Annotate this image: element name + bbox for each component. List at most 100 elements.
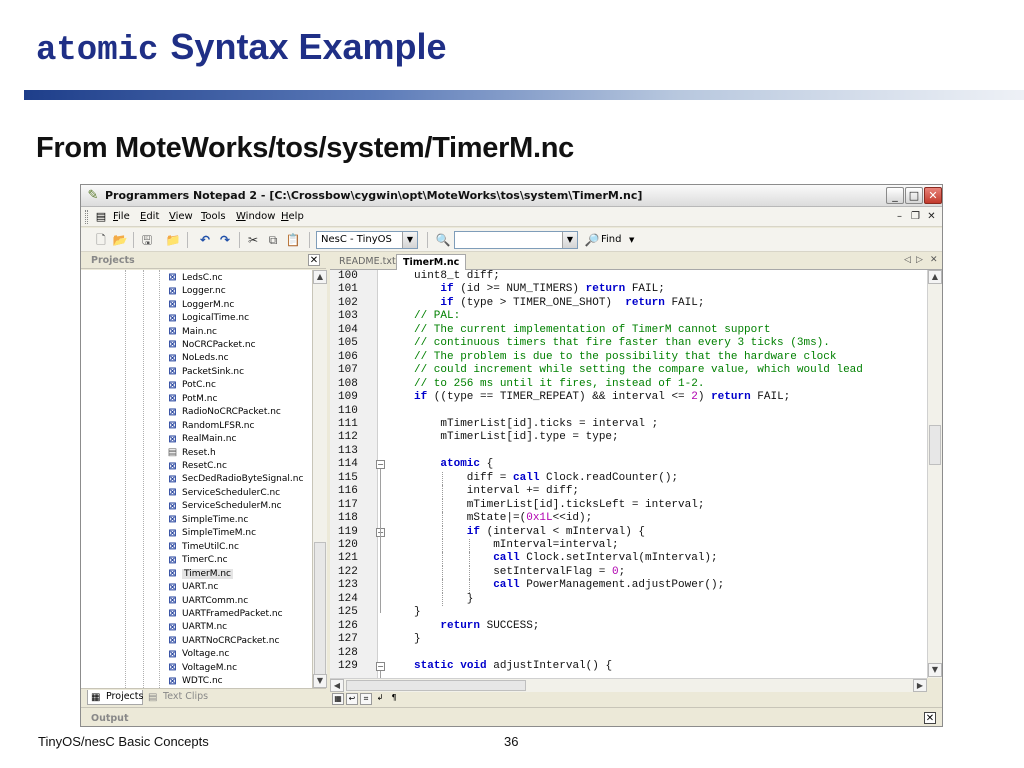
search-input[interactable]: ▼ bbox=[454, 231, 578, 249]
tree-item[interactable]: ▤ Reset.h bbox=[167, 446, 216, 459]
tree-item[interactable]: ⊠ UARTNoCRCPacket.nc bbox=[167, 634, 279, 647]
code-line[interactable]: 129 − static void adjustInterval() { bbox=[330, 660, 927, 673]
tree-item[interactable]: ⊠ TimerM.nc bbox=[167, 567, 234, 580]
copy-icon[interactable]: ⧉ bbox=[265, 232, 281, 248]
tree-item[interactable]: ⊠ UARTM.nc bbox=[167, 621, 227, 634]
code-line[interactable]: 121 call Clock.setInterval(mInterval); bbox=[330, 552, 927, 565]
open-folder-icon[interactable]: 📂 bbox=[112, 232, 128, 248]
find-icon[interactable]: 🔎 bbox=[584, 232, 600, 248]
minimize-button[interactable]: _ bbox=[886, 187, 904, 204]
code-line[interactable]: 127} bbox=[330, 633, 927, 646]
code-line[interactable]: 102 if (type > TIMER_ONE_SHOT) return FAI… bbox=[330, 297, 927, 310]
tree-item[interactable]: ⊠ PacketSink.nc bbox=[167, 365, 244, 378]
tab-close-icon[interactable]: ✕ bbox=[930, 255, 938, 265]
find-dropdown-icon[interactable]: ▼ bbox=[629, 236, 634, 244]
scroll-left-icon[interactable]: ◀ bbox=[330, 679, 344, 692]
code-line[interactable]: 100 uint8_t diff; bbox=[330, 270, 927, 283]
code-line[interactable]: 106 // The problem is due to the possibil… bbox=[330, 351, 927, 364]
code-line[interactable]: 126 return SUCCESS; bbox=[330, 620, 927, 633]
line-endings-icon[interactable]: ↲ bbox=[374, 693, 386, 705]
scrollbar-thumb[interactable] bbox=[346, 680, 526, 691]
code-line[interactable]: 109 if ((type == TIMER_REPEAT) && interva… bbox=[330, 391, 927, 404]
fold-toggle-icon[interactable]: − bbox=[376, 662, 385, 672]
code-line[interactable]: 122 setIntervalFlag = 0; bbox=[330, 566, 927, 579]
close-button[interactable]: ✕ bbox=[924, 187, 942, 204]
tree-item[interactable]: ⊠ WDTC.nc bbox=[167, 675, 222, 688]
menu-help[interactable]: Help bbox=[281, 211, 304, 222]
scroll-up-icon[interactable]: ▲ bbox=[928, 270, 942, 284]
menu-file[interactable]: File bbox=[113, 211, 130, 222]
menu-tools[interactable]: Tools bbox=[201, 211, 226, 222]
menubar-grip[interactable] bbox=[85, 210, 88, 224]
code-line[interactable]: 116 interval += diff; bbox=[330, 485, 927, 498]
scrollbar-thumb[interactable] bbox=[314, 542, 326, 678]
code-line[interactable]: 128 bbox=[330, 647, 927, 660]
window-titlebar[interactable]: ✎ Programmers Notepad 2 - [C:\Crossbow\c… bbox=[81, 185, 942, 207]
project-tree[interactable]: ⊠ LedsC.nc ⊠ Logger.nc ⊠ LoggerM.nc ⊠ LogicalTi… bbox=[81, 270, 313, 688]
code-line[interactable]: 104 // The current implementation of Time… bbox=[330, 324, 927, 337]
tree-item[interactable]: ⊠ SecDedRadioByteSignal.nc bbox=[167, 473, 303, 486]
document-icon[interactable]: ▤ bbox=[93, 209, 109, 225]
scheme-select[interactable]: NesC - TinyOS ▼ bbox=[316, 231, 418, 249]
code-line[interactable]: 105 // continuous timers that fire faster… bbox=[330, 337, 927, 350]
word-wrap-icon[interactable]: ↩ bbox=[346, 693, 358, 705]
mdi-restore-button[interactable]: ❐ bbox=[909, 210, 922, 223]
chevron-down-icon[interactable]: ▼ bbox=[562, 232, 577, 248]
tab-readme[interactable]: README.txt bbox=[333, 254, 402, 270]
tree-item[interactable]: ⊠ ResetC.nc bbox=[167, 459, 227, 472]
code-line[interactable]: 117 mTimerList[id].ticksLeft = interval; bbox=[330, 499, 927, 512]
code-line[interactable]: 110 bbox=[330, 405, 927, 418]
scrollbar-thumb[interactable] bbox=[929, 425, 941, 465]
paste-icon[interactable]: 📋 bbox=[285, 232, 301, 248]
tree-item[interactable]: ⊠ ServiceSchedulerM.nc bbox=[167, 500, 281, 513]
split-view-icon[interactable]: ▦ bbox=[332, 693, 344, 705]
code-line[interactable]: 108 // to 256 ms until it fires, instead … bbox=[330, 378, 927, 391]
find-button[interactable]: Find bbox=[601, 234, 622, 245]
code-line[interactable]: 120 mInterval=interval; bbox=[330, 539, 927, 552]
code-line[interactable]: 101 if (id >= NUM_TIMERS) return FAIL; bbox=[330, 283, 927, 296]
tab-projects[interactable]: ▦ Projects bbox=[87, 690, 143, 705]
menu-edit[interactable]: Edit bbox=[140, 211, 159, 222]
tree-item[interactable]: ⊠ RealMain.nc bbox=[167, 432, 236, 445]
code-editor[interactable]: 100 uint8_t diff; 101 if (id >= NUM_TIMERS)… bbox=[330, 270, 927, 678]
code-line[interactable]: 103 // PAL: bbox=[330, 310, 927, 323]
code-line[interactable]: 118 mState|=(0x1L<<id); bbox=[330, 512, 927, 525]
tree-item[interactable]: ⊠ UARTFramedPacket.nc bbox=[167, 607, 282, 620]
tree-item[interactable]: ⊠ LedsC.nc bbox=[167, 271, 222, 284]
code-line[interactable]: 119−if (interval < mInterval) { bbox=[330, 526, 927, 539]
close-panel-icon[interactable]: ✕ bbox=[308, 254, 320, 266]
whitespace-icon[interactable]: ⌗ bbox=[360, 693, 372, 705]
tree-item[interactable]: ⊠ SimpleTime.nc bbox=[167, 513, 248, 526]
project-tree-scrollbar[interactable]: ▲ ▼ bbox=[313, 270, 327, 688]
tree-item[interactable]: ⊠ LogicalTime.nc bbox=[167, 311, 249, 324]
tree-item[interactable]: ⊠ PotM.nc bbox=[167, 392, 217, 405]
save-icon[interactable]: 🖫 bbox=[139, 232, 155, 248]
mdi-minimize-button[interactable]: – bbox=[893, 210, 906, 223]
tab-timerm[interactable]: TimerM.nc bbox=[396, 254, 467, 270]
tree-item[interactable]: ⊠ RandomLFSR.nc bbox=[167, 419, 254, 432]
tree-item[interactable]: ⊠ NoCRCPacket.nc bbox=[167, 338, 255, 351]
tree-item[interactable]: ⊠ NoLeds.nc bbox=[167, 352, 228, 365]
tree-item[interactable]: ⊠ ServiceSchedulerC.nc bbox=[167, 486, 280, 499]
tab-scroll-right-icon[interactable]: ▷ bbox=[916, 255, 923, 265]
code-line[interactable]: 112 mTimerList[id].type = type; bbox=[330, 431, 927, 444]
fold-toggle-icon[interactable]: − bbox=[376, 460, 385, 470]
tree-item[interactable]: ⊠ VoltageM.nc bbox=[167, 661, 237, 674]
editor-horizontal-scrollbar[interactable]: ◀ ▶ bbox=[330, 678, 927, 692]
redo-icon[interactable]: ↷ bbox=[217, 232, 233, 248]
tree-item[interactable]: ⊠ TimeUtilC.nc bbox=[167, 540, 239, 553]
code-line[interactable]: 115 diff = call Clock.readCounter(); bbox=[330, 472, 927, 485]
tree-item[interactable]: ⊠ Logger.nc bbox=[167, 284, 225, 297]
tree-item[interactable]: ⊠ LoggerM.nc bbox=[167, 298, 234, 311]
code-line[interactable]: 114 − atomic { bbox=[330, 458, 927, 471]
tab-scroll-left-icon[interactable]: ◁ bbox=[904, 255, 911, 265]
scroll-right-icon[interactable]: ▶ bbox=[913, 679, 927, 692]
code-line[interactable]: 124} bbox=[330, 593, 927, 606]
menu-view[interactable]: View bbox=[169, 211, 193, 222]
paragraph-icon[interactable]: ¶ bbox=[388, 693, 400, 705]
code-line[interactable]: 125} bbox=[330, 606, 927, 619]
close-output-icon[interactable]: ✕ bbox=[924, 712, 936, 724]
maximize-button[interactable]: □ bbox=[905, 187, 923, 204]
mdi-close-button[interactable]: ✕ bbox=[925, 210, 938, 223]
find-files-icon[interactable]: 🔍 bbox=[435, 232, 451, 248]
